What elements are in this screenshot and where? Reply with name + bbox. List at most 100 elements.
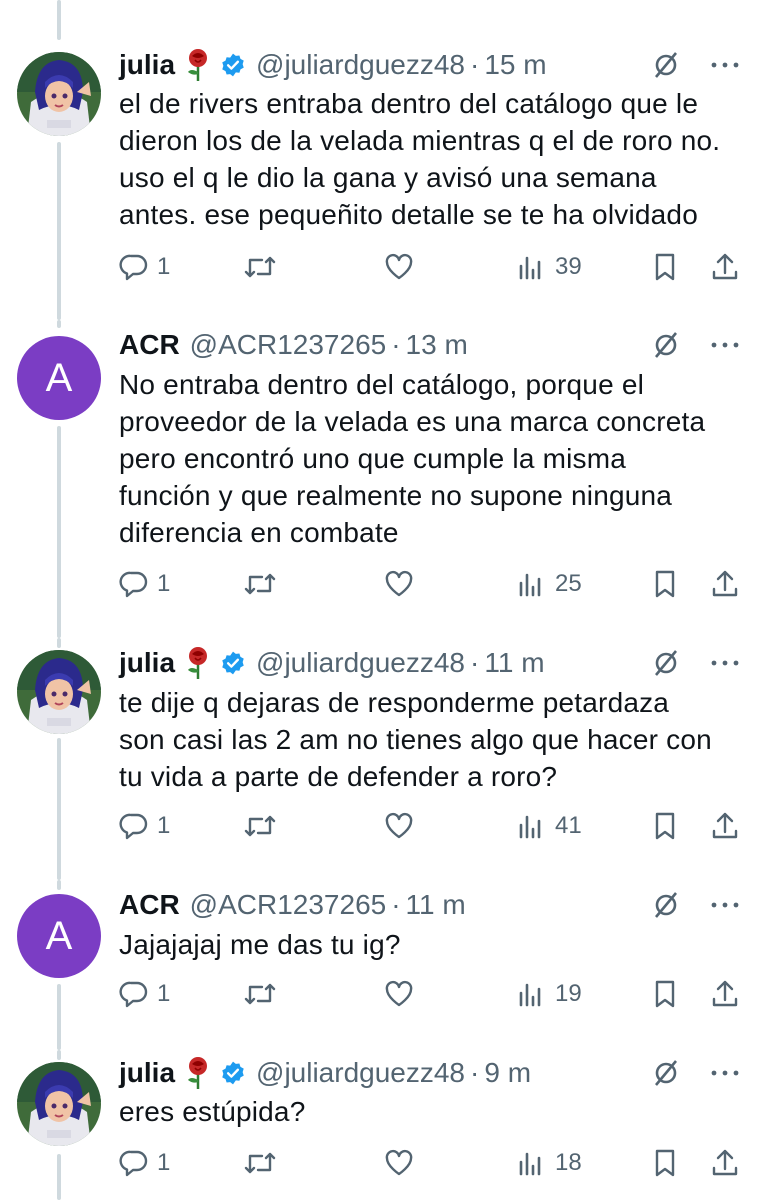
retweet-icon xyxy=(244,573,276,595)
timestamp[interactable]: 9 m xyxy=(484,1057,531,1089)
tweet-actions: 1 39 xyxy=(119,247,741,287)
grok-icon[interactable] xyxy=(651,648,681,678)
avatar-image xyxy=(17,52,101,136)
avatar[interactable] xyxy=(17,52,101,136)
share-icon xyxy=(712,1149,738,1176)
timestamp[interactable]: 13 m xyxy=(406,329,468,361)
rose-emoji-icon xyxy=(183,1056,213,1090)
reply-button[interactable]: 1 xyxy=(119,974,170,1014)
tweet[interactable]: julia @juliardguezz48 · 15 m el de river… xyxy=(0,0,761,320)
avatar-letter: A xyxy=(45,355,73,400)
views-icon xyxy=(519,573,541,597)
retweet-button[interactable] xyxy=(243,974,277,1014)
user-handle[interactable]: @juliardguezz48 xyxy=(256,647,465,679)
user-handle[interactable]: @juliardguezz48 xyxy=(256,1057,465,1089)
tweet-text: Jajajajaj me das tu ig? xyxy=(119,929,401,960)
like-button[interactable] xyxy=(384,247,414,287)
timestamp[interactable]: 15 m xyxy=(484,49,546,81)
tweet[interactable]: julia @juliardguezz48 · 11 m te dije q d… xyxy=(0,638,761,880)
avatar[interactable] xyxy=(17,1062,101,1146)
timestamp[interactable]: 11 m xyxy=(406,889,466,921)
share-button[interactable] xyxy=(710,806,740,846)
tweet-header: ACR @ACR1237265 · 13 m xyxy=(119,328,741,362)
thread-connector-line xyxy=(57,638,61,648)
thread-connector-line xyxy=(57,1154,61,1200)
retweet-button[interactable] xyxy=(243,1143,277,1183)
retweet-button[interactable] xyxy=(243,247,277,287)
reply-button[interactable]: 1 xyxy=(119,564,170,604)
timestamp[interactable]: 11 m xyxy=(484,647,544,679)
grok-icon[interactable] xyxy=(651,330,681,360)
tweet[interactable]: A ACR @ACR1237265 · 11 m Jajajajaj me da… xyxy=(0,880,761,1050)
grok-icon[interactable] xyxy=(651,1058,681,1088)
share-icon xyxy=(712,570,738,597)
views-button[interactable]: 18 xyxy=(517,1143,582,1183)
display-name[interactable]: julia xyxy=(119,1057,175,1089)
reply-button[interactable]: 1 xyxy=(119,806,170,846)
retweet-button[interactable] xyxy=(243,806,277,846)
like-icon xyxy=(385,812,413,839)
more-icon[interactable] xyxy=(709,648,741,678)
verified-badge-icon[interactable] xyxy=(220,1060,246,1086)
like-button[interactable] xyxy=(384,974,414,1014)
retweet-icon xyxy=(244,815,276,837)
display-name[interactable]: ACR xyxy=(119,889,180,921)
bookmark-icon xyxy=(655,980,675,1008)
more-icon[interactable] xyxy=(709,330,741,360)
share-button[interactable] xyxy=(710,564,740,604)
display-name[interactable]: julia xyxy=(119,647,175,679)
reply-icon xyxy=(119,813,148,840)
bookmark-button[interactable] xyxy=(650,1143,680,1183)
thread-connector-line xyxy=(57,426,61,638)
more-icon[interactable] xyxy=(709,890,741,920)
share-button[interactable] xyxy=(710,1143,740,1183)
tweet-actions: 1 18 xyxy=(119,1143,741,1183)
avatar[interactable] xyxy=(17,650,101,734)
views-button[interactable]: 25 xyxy=(517,564,582,604)
user-handle[interactable]: @juliardguezz48 xyxy=(256,49,465,81)
share-button[interactable] xyxy=(710,247,740,287)
verified-badge-icon[interactable] xyxy=(220,650,246,676)
views-count: 25 xyxy=(555,570,582,597)
more-icon[interactable] xyxy=(709,50,741,80)
share-button[interactable] xyxy=(710,974,740,1014)
tweet-text: No entraba dentro del catálogo, porque e… xyxy=(119,369,706,548)
tweet[interactable]: A ACR @ACR1237265 · 13 m No entraba dent… xyxy=(0,320,761,638)
reply-icon xyxy=(119,1150,148,1177)
avatar[interactable]: A xyxy=(17,336,101,420)
retweet-icon xyxy=(244,1152,276,1174)
separator-dot: · xyxy=(470,1057,480,1088)
more-icon[interactable] xyxy=(709,1058,741,1088)
bookmark-button[interactable] xyxy=(650,806,680,846)
tweet[interactable]: julia @juliardguezz48 · 9 m eres estúpid… xyxy=(0,1050,761,1200)
like-button[interactable] xyxy=(384,564,414,604)
like-button[interactable] xyxy=(384,1143,414,1183)
tweet-header: ACR @ACR1237265 · 11 m xyxy=(119,888,741,922)
grok-icon[interactable] xyxy=(651,50,681,80)
user-handle[interactable]: @ACR1237265 xyxy=(190,889,387,921)
verified-badge-icon[interactable] xyxy=(220,52,246,78)
views-button[interactable]: 41 xyxy=(517,806,582,846)
user-handle[interactable]: @ACR1237265 xyxy=(190,329,387,361)
retweet-button[interactable] xyxy=(243,564,277,604)
rose-emoji-icon xyxy=(183,646,213,680)
views-button[interactable]: 39 xyxy=(517,247,582,287)
tweet-text: el de rivers entraba dentro del catálogo… xyxy=(119,88,721,230)
reply-button[interactable]: 1 xyxy=(119,247,170,287)
bookmark-button[interactable] xyxy=(650,974,680,1014)
display-name[interactable]: ACR xyxy=(119,329,180,361)
like-button[interactable] xyxy=(384,806,414,846)
bookmark-button[interactable] xyxy=(650,247,680,287)
grok-icon[interactable] xyxy=(651,890,681,920)
views-count: 41 xyxy=(555,812,582,839)
like-icon xyxy=(385,980,413,1007)
bookmark-icon xyxy=(655,812,675,840)
reply-count: 1 xyxy=(157,570,171,597)
views-icon xyxy=(519,256,541,280)
views-button[interactable]: 19 xyxy=(517,974,582,1014)
avatar[interactable]: A xyxy=(17,894,101,978)
avatar-image xyxy=(17,1062,101,1146)
display-name[interactable]: julia xyxy=(119,49,175,81)
bookmark-button[interactable] xyxy=(650,564,680,604)
reply-button[interactable]: 1 xyxy=(119,1143,170,1183)
